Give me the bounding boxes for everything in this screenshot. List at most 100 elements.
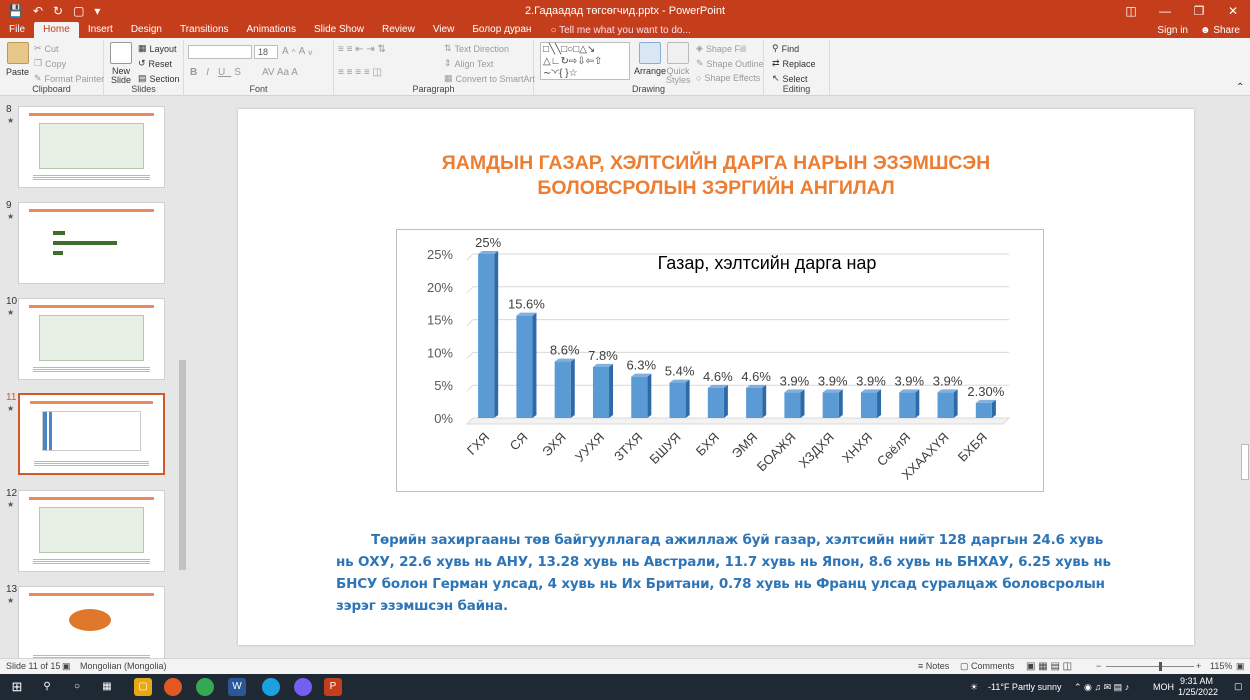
collapse-ribbon-icon[interactable]: ⌃ (1236, 82, 1244, 93)
replace-button[interactable]: ⇄ Replace (772, 58, 816, 69)
thumb-title (30, 401, 153, 404)
weather-status[interactable]: -11°F Partly sunny (988, 682, 1061, 692)
convert-smartart-button[interactable]: ▦ Convert to SmartArt (444, 73, 535, 84)
slide-thumbnail-10[interactable] (18, 298, 165, 380)
tab-slide-show[interactable]: Slide Show (305, 22, 373, 38)
data-label: 5.4% (665, 364, 695, 379)
tab-view[interactable]: View (424, 22, 464, 38)
tab-bolor-duran[interactable]: Болор дуран (463, 22, 540, 38)
shape-outline-button[interactable]: ✎ Shape Outline (696, 58, 764, 69)
tell-me-search[interactable]: ○ Tell me what you want to do... (540, 23, 700, 38)
tab-design[interactable]: Design (122, 22, 171, 38)
slide-thumbnail-12[interactable] (18, 490, 165, 572)
bar (554, 361, 571, 418)
text-direction-button[interactable]: ⇅ Text Direction (444, 43, 509, 54)
viber-icon[interactable] (294, 678, 312, 696)
comments-button[interactable]: ▢ Comments (960, 661, 1015, 672)
powerpoint-icon[interactable]: P (324, 678, 342, 696)
scroll-thumb[interactable] (1241, 444, 1249, 480)
slide-paragraph[interactable]: Төрийн захиргааны төв байгууллагад ажилл… (336, 529, 1114, 617)
layout-button[interactable]: ▦ Layout (138, 43, 177, 54)
zoom-out-icon[interactable]: − (1096, 661, 1101, 671)
tab-home[interactable]: Home (34, 22, 79, 38)
ribbon-display-icon[interactable]: ◫ (1114, 4, 1148, 18)
font-color-icon[interactable]: AV Aa A (262, 67, 298, 78)
list-icons[interactable]: ≡ ≡ ⇤ ⇥ ⇅ (338, 44, 386, 55)
shapes-gallery[interactable]: □╲╲□○□△↘ △∟↻⇨⇩⇦⇧ ∼◝◜{ }☆ (540, 42, 630, 80)
chart-frame[interactable]: 0% 5% 10% 15% 20% 25% Газар, хэлтсийн дарга на… (396, 229, 1044, 492)
section-button[interactable]: ▤ Section (138, 73, 180, 84)
edge-icon[interactable] (262, 678, 280, 696)
data-label: 8.6% (550, 343, 580, 358)
thumb-table (39, 123, 144, 169)
slide-thumbnail-8[interactable] (18, 106, 165, 188)
slide-canvas[interactable]: ЯАМДЫН ГАЗАР, ХЭЛТСИЙН ДАРГА НАРЫН ЭЗЭМШ… (238, 109, 1194, 645)
grow-font-icon[interactable]: A ^ Av (282, 46, 312, 57)
quick-styles-button[interactable]: Quick Styles (666, 42, 691, 85)
share-button[interactable]: ☻ Share (1200, 23, 1240, 38)
scroll-thumb[interactable] (179, 360, 186, 570)
minimize-icon[interactable]: — (1148, 4, 1182, 18)
chrome-icon[interactable] (196, 678, 214, 696)
find-button[interactable]: ⚲ Find (772, 43, 799, 54)
windows-start-icon[interactable]: ⊞ (8, 678, 26, 696)
widgets-icon[interactable]: ▦ (98, 678, 116, 696)
copy-button[interactable]: ❐ Copy (34, 58, 66, 69)
paste-button[interactable]: Paste (6, 42, 29, 77)
thumbnail-scrollbar[interactable] (178, 100, 187, 570)
sign-in-link[interactable]: Sign in (1157, 23, 1188, 38)
redo-icon[interactable]: ↻ (53, 4, 63, 18)
input-language[interactable]: МОН (1153, 682, 1174, 692)
cut-button[interactable]: ✂ Cut (34, 43, 59, 54)
new-slide-button[interactable]: New Slide (108, 42, 134, 85)
align-text-button[interactable]: ⇕ Align Text (444, 58, 493, 69)
tab-review[interactable]: Review (373, 22, 424, 38)
arrange-button[interactable]: Arrange (634, 42, 666, 76)
tab-insert[interactable]: Insert (79, 22, 122, 38)
customize-icon[interactable]: ▾ (94, 4, 100, 18)
restore-icon[interactable]: ❐ (1182, 4, 1216, 18)
tab-transitions[interactable]: Transitions (171, 22, 238, 38)
font-name-box[interactable] (188, 45, 252, 59)
word-icon[interactable]: W (228, 678, 246, 696)
present-icon[interactable]: ▢ (73, 4, 84, 18)
slide-thumbnail-11[interactable] (18, 393, 165, 475)
spellcheck-icon[interactable]: ▣ (62, 661, 71, 672)
select-button[interactable]: ↖ Select (772, 73, 808, 84)
bar (478, 254, 495, 418)
font-style-buttons[interactable]: BIUS (190, 67, 247, 78)
clock-time[interactable]: 9:31 AM (1180, 676, 1213, 686)
firefox-icon[interactable] (164, 678, 182, 696)
language-status[interactable]: Mongolian (Mongolia) (80, 661, 167, 671)
zoom-slider-thumb[interactable] (1159, 662, 1162, 671)
editor-scrollbar[interactable] (1240, 96, 1250, 658)
fit-slide-icon[interactable]: ▣ (1236, 661, 1245, 672)
clock-date[interactable]: 1/25/2022 (1178, 687, 1218, 697)
task-view-icon[interactable]: ○ (68, 678, 86, 696)
close-icon[interactable]: ✕ (1216, 4, 1250, 18)
shape-fill-button[interactable]: ◈ Shape Fill (696, 43, 746, 54)
tab-file[interactable]: File (0, 22, 34, 38)
save-icon[interactable]: 💾 (8, 4, 23, 18)
tab-animations[interactable]: Animations (238, 22, 305, 38)
undo-icon[interactable]: ↶ (33, 4, 43, 18)
bar-side (609, 363, 614, 418)
shape-effects-button[interactable]: ○ Shape Effects (696, 73, 760, 83)
file-explorer-icon[interactable]: ▢ (134, 678, 152, 696)
view-buttons[interactable]: ▣ ▦ ▤ ◫ (1026, 661, 1072, 672)
reset-button[interactable]: ↺ Reset (138, 58, 172, 69)
notes-button[interactable]: ≡ Notes (918, 661, 949, 671)
tray-icons[interactable]: ⌃ ◉ ♫ ✉ ▤ ♪ (1074, 682, 1129, 693)
weather-icon[interactable]: ☀ (970, 682, 978, 693)
align-icons[interactable]: ≡ ≡ ≡ ≡ ◫ (338, 67, 382, 78)
format-painter-button[interactable]: ✎ Format Painter (34, 73, 104, 84)
font-size-box[interactable]: 18 (254, 45, 278, 59)
zoom-in-icon[interactable]: + (1196, 661, 1201, 671)
zoom-slider[interactable] (1106, 666, 1194, 667)
zoom-level[interactable]: 115% (1210, 661, 1232, 671)
slide-thumbnail-13[interactable] (18, 586, 165, 668)
slide-thumbnail-9[interactable] (18, 202, 165, 284)
notification-icon[interactable]: ▢ (1234, 681, 1243, 692)
search-icon[interactable]: ⚲ (38, 678, 56, 696)
slide-title[interactable]: ЯАМДЫН ГАЗАР, ХЭЛТСИЙН ДАРГА НАРЫН ЭЗЭМШ… (238, 151, 1194, 201)
